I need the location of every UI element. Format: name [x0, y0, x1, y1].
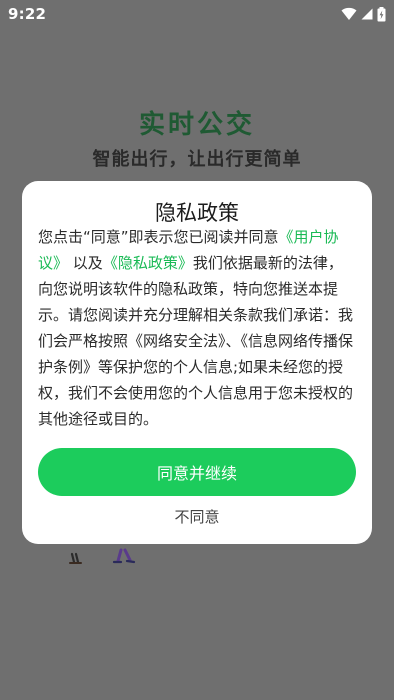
- agree-continue-button[interactable]: 同意并继续: [38, 448, 356, 496]
- dialog-body-text: 我们依据最新的法律，向您说明该软件的隐私政策，特向您推送本提示。请您阅读并充分理…: [38, 254, 354, 428]
- cellular-signal-icon: [361, 8, 373, 20]
- wifi-icon: [341, 7, 357, 21]
- app-slogan: 智能出行，让出行更简单: [92, 149, 302, 170]
- privacy-policy-link[interactable]: 《隐私政策》: [103, 254, 193, 272]
- status-time: 9:22: [8, 5, 47, 23]
- status-bar: 9:22: [0, 0, 394, 28]
- dialog-title: 隐私政策: [155, 201, 239, 225]
- privacy-dialog: 隐私政策 您点击“同意”即表示您已阅读并同意《用户协议》 以及《隐私政策》我们依…: [22, 181, 372, 544]
- dialog-body: 您点击“同意”即表示您已阅读并同意《用户协议》 以及《隐私政策》我们依据最新的法…: [38, 224, 356, 432]
- dialog-body-text: 以及: [72, 254, 103, 272]
- status-icons: [341, 6, 386, 22]
- dialog-body-text: 您点击“同意”即表示您已阅读并同意: [38, 228, 279, 246]
- app-title: 实时公交: [138, 110, 255, 140]
- disagree-button[interactable]: 不同意: [147, 504, 247, 530]
- battery-icon: [377, 6, 386, 22]
